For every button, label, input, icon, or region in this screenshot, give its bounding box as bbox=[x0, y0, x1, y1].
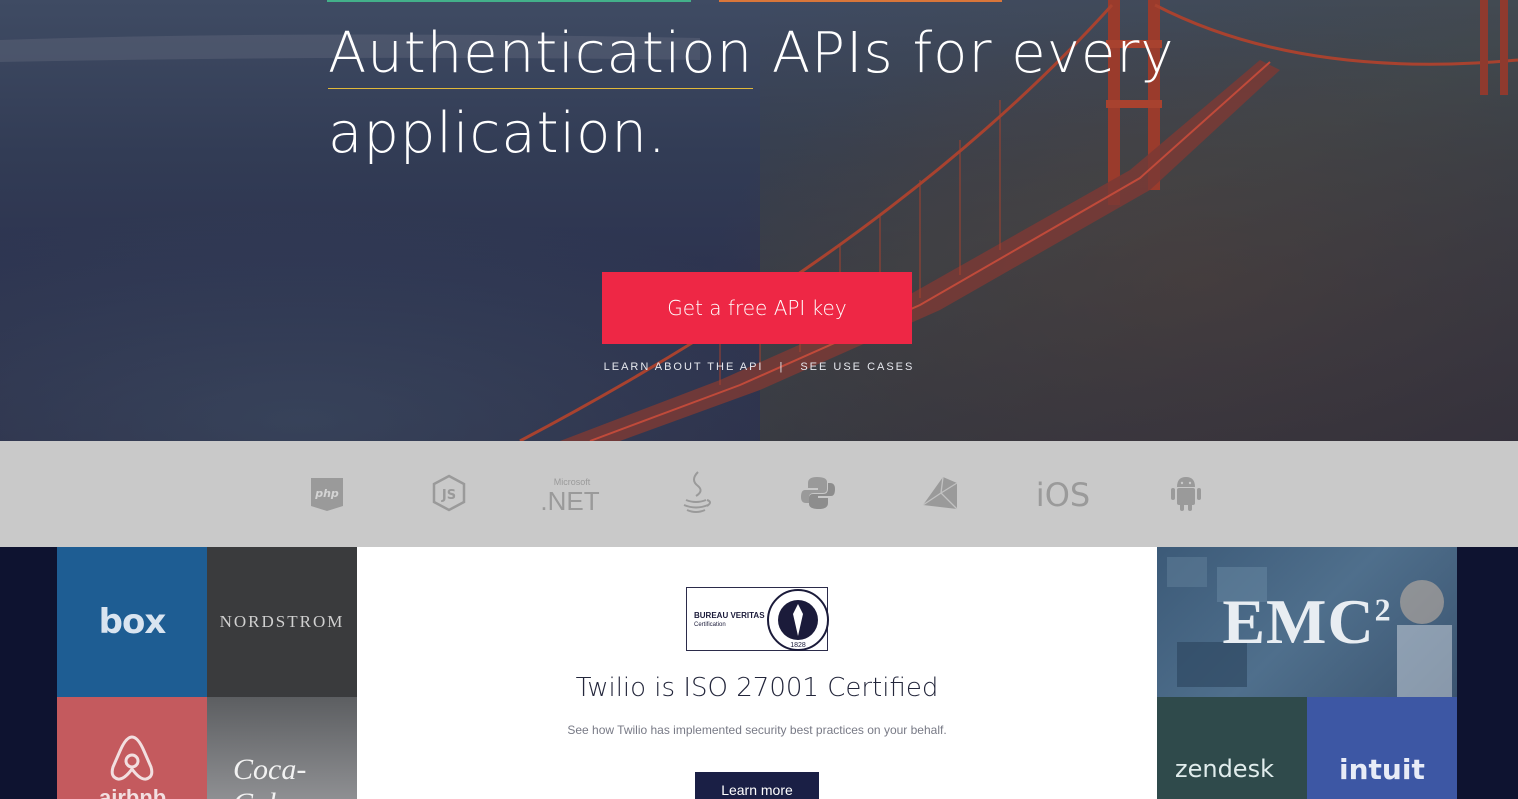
customer-tile-zendesk[interactable]: zendesk bbox=[1157, 697, 1307, 799]
see-use-cases-link[interactable]: SEE USE CASES bbox=[800, 361, 914, 373]
customer-tile-box[interactable]: box bbox=[57, 547, 207, 697]
headline-highlight-word: Authentication bbox=[328, 20, 754, 89]
certification-panel: BUREAU VERITAS Certification 1828 Twilio… bbox=[357, 547, 1157, 799]
ruby-icon[interactable] bbox=[915, 470, 965, 516]
zendesk-logo: zendesk bbox=[1175, 755, 1274, 783]
java-icon[interactable] bbox=[671, 470, 721, 516]
php-icon[interactable]: php bbox=[302, 470, 352, 516]
emc-logo: EMC2 bbox=[1222, 585, 1391, 659]
airbnb-icon bbox=[110, 735, 154, 781]
customer-tile-emc[interactable]: EMC2 bbox=[1157, 547, 1457, 697]
emc-logo-superscript: 2 bbox=[1374, 591, 1392, 628]
intuit-logo: intuit bbox=[1339, 753, 1425, 786]
hero-sublinks: LEARN ABOUT THE API | SEE USE CASES bbox=[0, 361, 1518, 373]
svg-text:.NET: .NET bbox=[540, 486, 599, 513]
svg-text:1828: 1828 bbox=[790, 642, 806, 649]
learn-more-button[interactable]: Learn more bbox=[695, 772, 819, 799]
headline-text-line2: application. bbox=[328, 101, 667, 166]
nodejs-icon[interactable]: JS bbox=[424, 470, 474, 516]
svg-text:php: php bbox=[314, 487, 339, 500]
android-icon[interactable] bbox=[1161, 470, 1211, 516]
svg-text:JS: JS bbox=[441, 488, 456, 503]
badge-line1: BUREAU VERITAS bbox=[694, 610, 765, 620]
customer-tile-intuit[interactable]: intuit bbox=[1307, 697, 1457, 799]
hero-headline: Authentication APIs for every application… bbox=[328, 14, 1228, 174]
headline-accent-orange bbox=[719, 0, 1002, 2]
headline-accent-green bbox=[327, 0, 691, 2]
language-logos-strip bbox=[0, 441, 1518, 547]
certification-title: Twilio is ISO 27001 Certified bbox=[575, 673, 939, 703]
badge-line2: Certification bbox=[694, 621, 726, 628]
emc-logo-text: EMC bbox=[1222, 586, 1375, 657]
python-icon[interactable] bbox=[793, 470, 843, 516]
link-separator: | bbox=[779, 361, 785, 373]
nordstrom-logo: NORDSTROM bbox=[219, 612, 345, 631]
learn-about-api-link[interactable]: LEARN ABOUT THE API bbox=[604, 361, 764, 373]
ios-icon[interactable]: iOS bbox=[1033, 470, 1093, 516]
customer-tile-cocacola[interactable]: Coca-Cola bbox=[207, 697, 357, 799]
customer-tile-nordstrom[interactable]: NORDSTROM bbox=[207, 547, 357, 697]
airbnb-logo: airbnb bbox=[99, 785, 167, 799]
bureau-veritas-seal-icon: 1828 bbox=[767, 589, 829, 651]
headline-text: APIs for every bbox=[753, 21, 1175, 86]
box-logo: box bbox=[98, 602, 167, 642]
customer-tile-airbnb[interactable]: airbnb bbox=[57, 697, 207, 799]
certification-subtitle: See how Twilio has implemented security … bbox=[567, 723, 947, 737]
hero-section: Authentication APIs for every application… bbox=[0, 0, 1518, 441]
cocacola-logo: Coca-Cola bbox=[233, 753, 307, 799]
get-api-key-button[interactable]: Get a free API key bbox=[602, 272, 912, 344]
svg-text:iOS: iOS bbox=[1036, 476, 1090, 513]
bureau-veritas-badge: BUREAU VERITAS Certification 1828 bbox=[686, 587, 829, 651]
dotnet-icon[interactable]: Microsoft .NET bbox=[540, 470, 604, 516]
